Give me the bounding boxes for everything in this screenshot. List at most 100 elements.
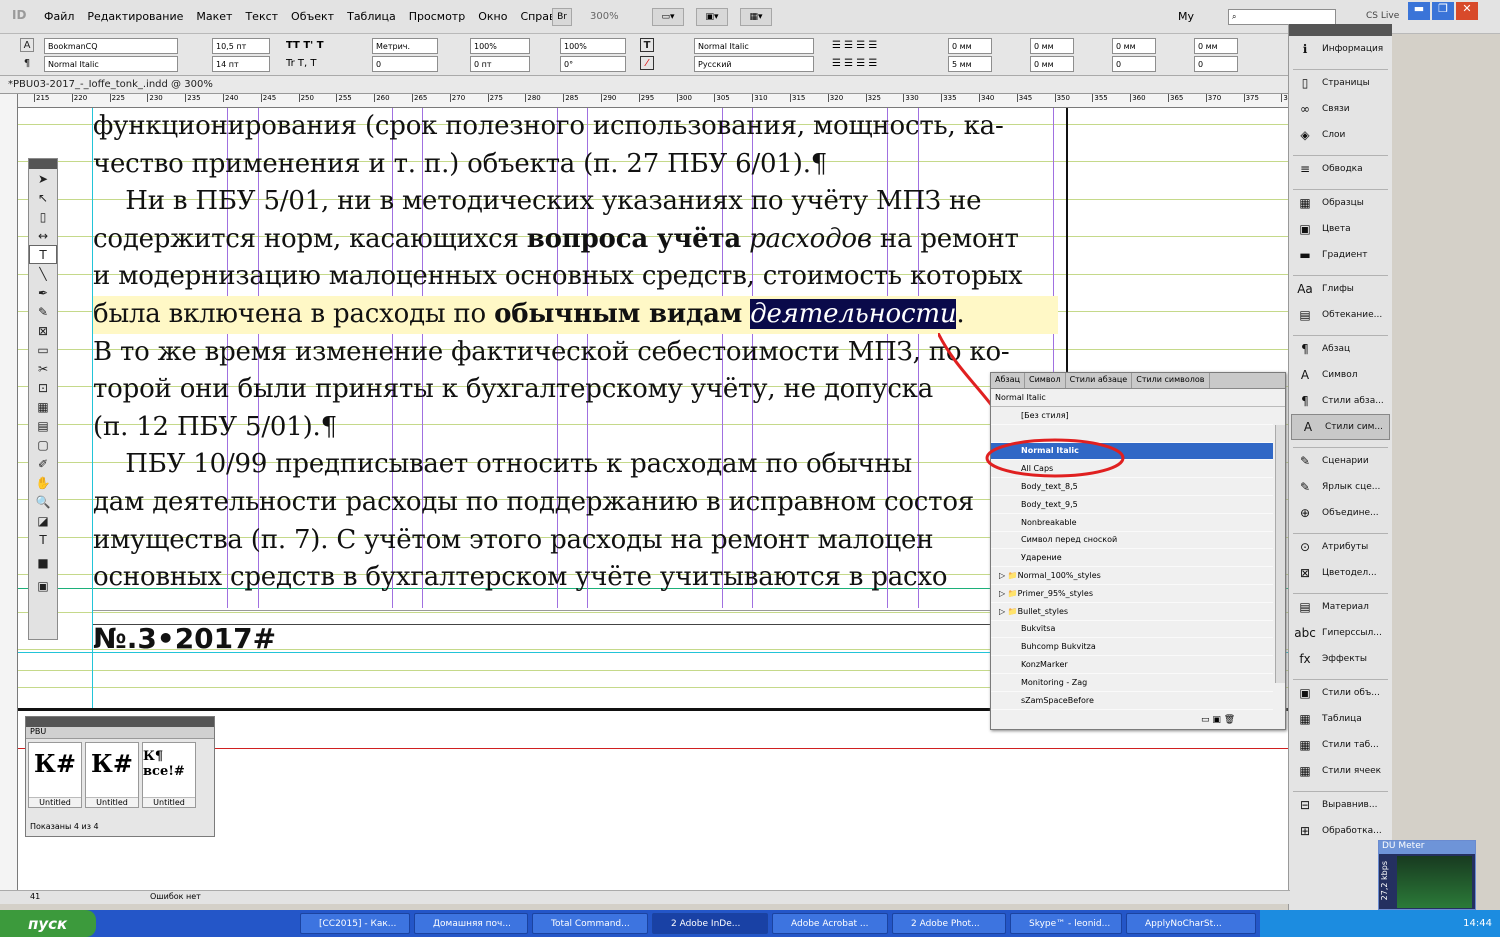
fill-stroke-icon[interactable]: ◪ <box>29 511 57 530</box>
style-list-item[interactable]: Nonbreakable <box>991 514 1273 532</box>
skew-field[interactable]: 0° <box>560 56 626 72</box>
minimize-button[interactable]: ▬ <box>1408 2 1430 20</box>
help-search-input[interactable]: ⌕ <box>1228 9 1336 25</box>
dock-item-cell-styles[interactable]: ▦ Стили ячеек <box>1289 758 1392 784</box>
horizontal-scale-field[interactable]: 100% <box>560 38 626 54</box>
arrange-documents-button[interactable]: ▦▾ <box>740 8 772 26</box>
dock-item-script-label[interactable]: ✎ Ярлык сце... <box>1289 474 1392 500</box>
all-caps-icon[interactable]: TT T' T <box>286 40 324 51</box>
style-list-item[interactable]: Ударение <box>991 549 1273 568</box>
list-scrollbar[interactable] <box>1275 425 1285 683</box>
style-list-item[interactable]: KonzMarker <box>991 656 1273 674</box>
selected-text[interactable]: деятельности <box>750 298 957 329</box>
taskbar-task[interactable]: Adobe Acrobat ... <box>772 913 888 934</box>
menu-item[interactable]: Окно <box>478 10 507 23</box>
menu-item[interactable]: Объект <box>291 10 334 23</box>
space-before-field[interactable]: 0 мм <box>1112 38 1156 54</box>
kerning-field[interactable]: Метрич. <box>372 38 438 54</box>
line-tool-icon[interactable]: ╲ <box>29 264 57 283</box>
pencil-tool-icon[interactable]: ✎ <box>29 302 57 321</box>
menu-item[interactable]: Файл <box>44 10 74 23</box>
panel-tab[interactable]: Символ <box>1025 373 1066 388</box>
dock-item-character[interactable]: A Символ <box>1289 362 1392 388</box>
tracking-field[interactable]: 0 <box>372 56 438 72</box>
dock-item-align[interactable]: ⊟ Выравнив... <box>1289 792 1392 818</box>
page-number[interactable]: 41 <box>30 892 40 901</box>
vertical-ruler[interactable] <box>0 94 18 890</box>
screen-mode-icon[interactable]: ▣ <box>29 576 57 595</box>
zoom-level[interactable]: 300% <box>590 11 619 22</box>
dock-item-content[interactable]: ▤ Материал <box>1289 594 1392 620</box>
left-indent-field[interactable]: 0 мм <box>948 38 992 54</box>
leading-field[interactable]: 14 пт <box>212 56 270 72</box>
free-transform-tool-icon[interactable]: ⊡ <box>29 378 57 397</box>
drop-cap-lines-field[interactable]: 0 <box>1112 56 1156 72</box>
bridge-button[interactable]: Br <box>552 8 572 26</box>
style-list-item[interactable]: [Без стиля] <box>991 407 1273 425</box>
taskbar-task[interactable]: [CC2015] - Как... <box>300 913 410 934</box>
page-tool-icon[interactable]: ▯ <box>29 207 57 226</box>
normal-mode-icon[interactable]: ■ <box>29 553 57 572</box>
dock-item-hyperlinks[interactable]: abc Гиперссыл... <box>1289 620 1392 646</box>
taskbar-task[interactable]: ApplyNoCharSt... <box>1126 913 1256 934</box>
font-family-field[interactable]: BookmanCQ <box>44 38 178 54</box>
dock-item-attributes[interactable]: ⊙ Атрибуты <box>1289 534 1392 560</box>
taskbar-task[interactable]: Домашняя поч... <box>414 913 528 934</box>
small-caps-icon[interactable]: Tr T, T <box>286 58 317 69</box>
rectangle-frame-tool-icon[interactable]: ⊠ <box>29 321 57 340</box>
selection-tool-icon[interactable]: ➤ <box>29 169 57 188</box>
dock-item-table[interactable]: ▦ Таблица <box>1289 706 1392 732</box>
view-options-button[interactable]: ▭▾ <box>652 8 684 26</box>
scissors-tool-icon[interactable]: ✂ <box>29 359 57 378</box>
dock-item-separations[interactable]: ⊠ Цветодел... <box>1289 560 1392 586</box>
style-list-item[interactable]: ▷ 📁 Bullet_styles <box>991 603 1273 621</box>
panel-tab[interactable]: Абзац <box>991 373 1026 388</box>
menu-item[interactable]: Текст <box>245 10 278 23</box>
formatting-affects-icon[interactable]: T <box>29 530 57 549</box>
style-list-item[interactable]: Bukvitsa <box>991 621 1273 639</box>
dock-item-text-wrap[interactable]: ▤ Обтекание... <box>1289 302 1392 328</box>
dock-item-info[interactable]: ℹ Информация <box>1289 36 1392 62</box>
dock-item-pathfinder[interactable]: ⊞ Обработка... <box>1289 818 1392 844</box>
story-text[interactable]: функционирования (срок полезного использ… <box>93 108 1058 597</box>
align-icons-row2[interactable]: ☰ ☰ ☰ ☰ <box>832 58 877 69</box>
dock-item-scripts[interactable]: ✎ Сценарии <box>1289 448 1392 474</box>
first-line-indent-field[interactable]: 5 мм <box>948 56 992 72</box>
paragraph-mode-icon[interactable]: ¶ <box>20 56 34 70</box>
horizontal-ruler[interactable]: 215 220 225 230 235 240 245 250 255 260 265 270 275 2… <box>18 94 1290 108</box>
dock-item-pages[interactable]: ▯ Страницы <box>1289 70 1392 96</box>
new-style-icon[interactable]: ▭ ▣ 🗑 <box>1201 715 1235 725</box>
dock-item-gradient[interactable]: ▬ Градиент <box>1289 242 1392 268</box>
last-line-indent-field[interactable]: 0 мм <box>1030 56 1074 72</box>
cs-live-button[interactable]: CS Live <box>1366 11 1399 21</box>
close-window-button[interactable]: ✕ <box>1456 2 1478 20</box>
character-mode-icon[interactable]: A <box>20 38 34 52</box>
dock-item-links[interactable]: ∞ Связи <box>1289 96 1392 122</box>
pen-tool-icon[interactable]: ✒ <box>29 283 57 302</box>
library-item[interactable]: К# Untitled <box>85 742 139 808</box>
workspace-switcher[interactable]: My <box>1178 10 1194 23</box>
dock-item-glyphs[interactable]: Aa Глифы <box>1289 276 1392 302</box>
zoom-tool-icon[interactable]: 🔍 <box>29 492 57 511</box>
menu-item[interactable]: Таблица <box>347 10 396 23</box>
eyedropper-tool-icon[interactable]: ✐ <box>29 454 57 473</box>
style-list-item[interactable]: Monitoring - Zag <box>991 674 1273 692</box>
screen-mode-button[interactable]: ▣▾ <box>696 8 728 26</box>
panel-tab[interactable]: Стили абзаце <box>1066 373 1133 388</box>
baseline-shift-field[interactable]: 0 пт <box>470 56 530 72</box>
font-style-field[interactable]: Normal Italic <box>44 56 178 72</box>
style-list-item[interactable]: ▷ 📁 Primer_95%_styles <box>991 585 1273 603</box>
style-list-item[interactable]: Символ перед сноской <box>991 532 1273 550</box>
dock-item-layers[interactable]: ◈ Слои <box>1289 122 1392 148</box>
panel-tab[interactable]: Стили символов <box>1132 373 1210 388</box>
du-meter-widget[interactable]: DU Meter 27,2 kbps <box>1378 840 1476 910</box>
gradient-feather-tool-icon[interactable]: ▤ <box>29 416 57 435</box>
gap-tool-icon[interactable]: ↔ <box>29 226 57 245</box>
dock-item-swatches[interactable]: ▦ Образцы <box>1289 190 1392 216</box>
taskbar-task[interactable]: 2 Adobe Phot... <box>892 913 1006 934</box>
note-tool-icon[interactable]: ▢ <box>29 435 57 454</box>
menu-item[interactable]: Макет <box>196 10 232 23</box>
gradient-tool-icon[interactable]: ▦ <box>29 397 57 416</box>
font-size-field[interactable]: 10,5 пт <box>212 38 270 54</box>
drop-cap-chars-field[interactable]: 0 <box>1194 56 1238 72</box>
